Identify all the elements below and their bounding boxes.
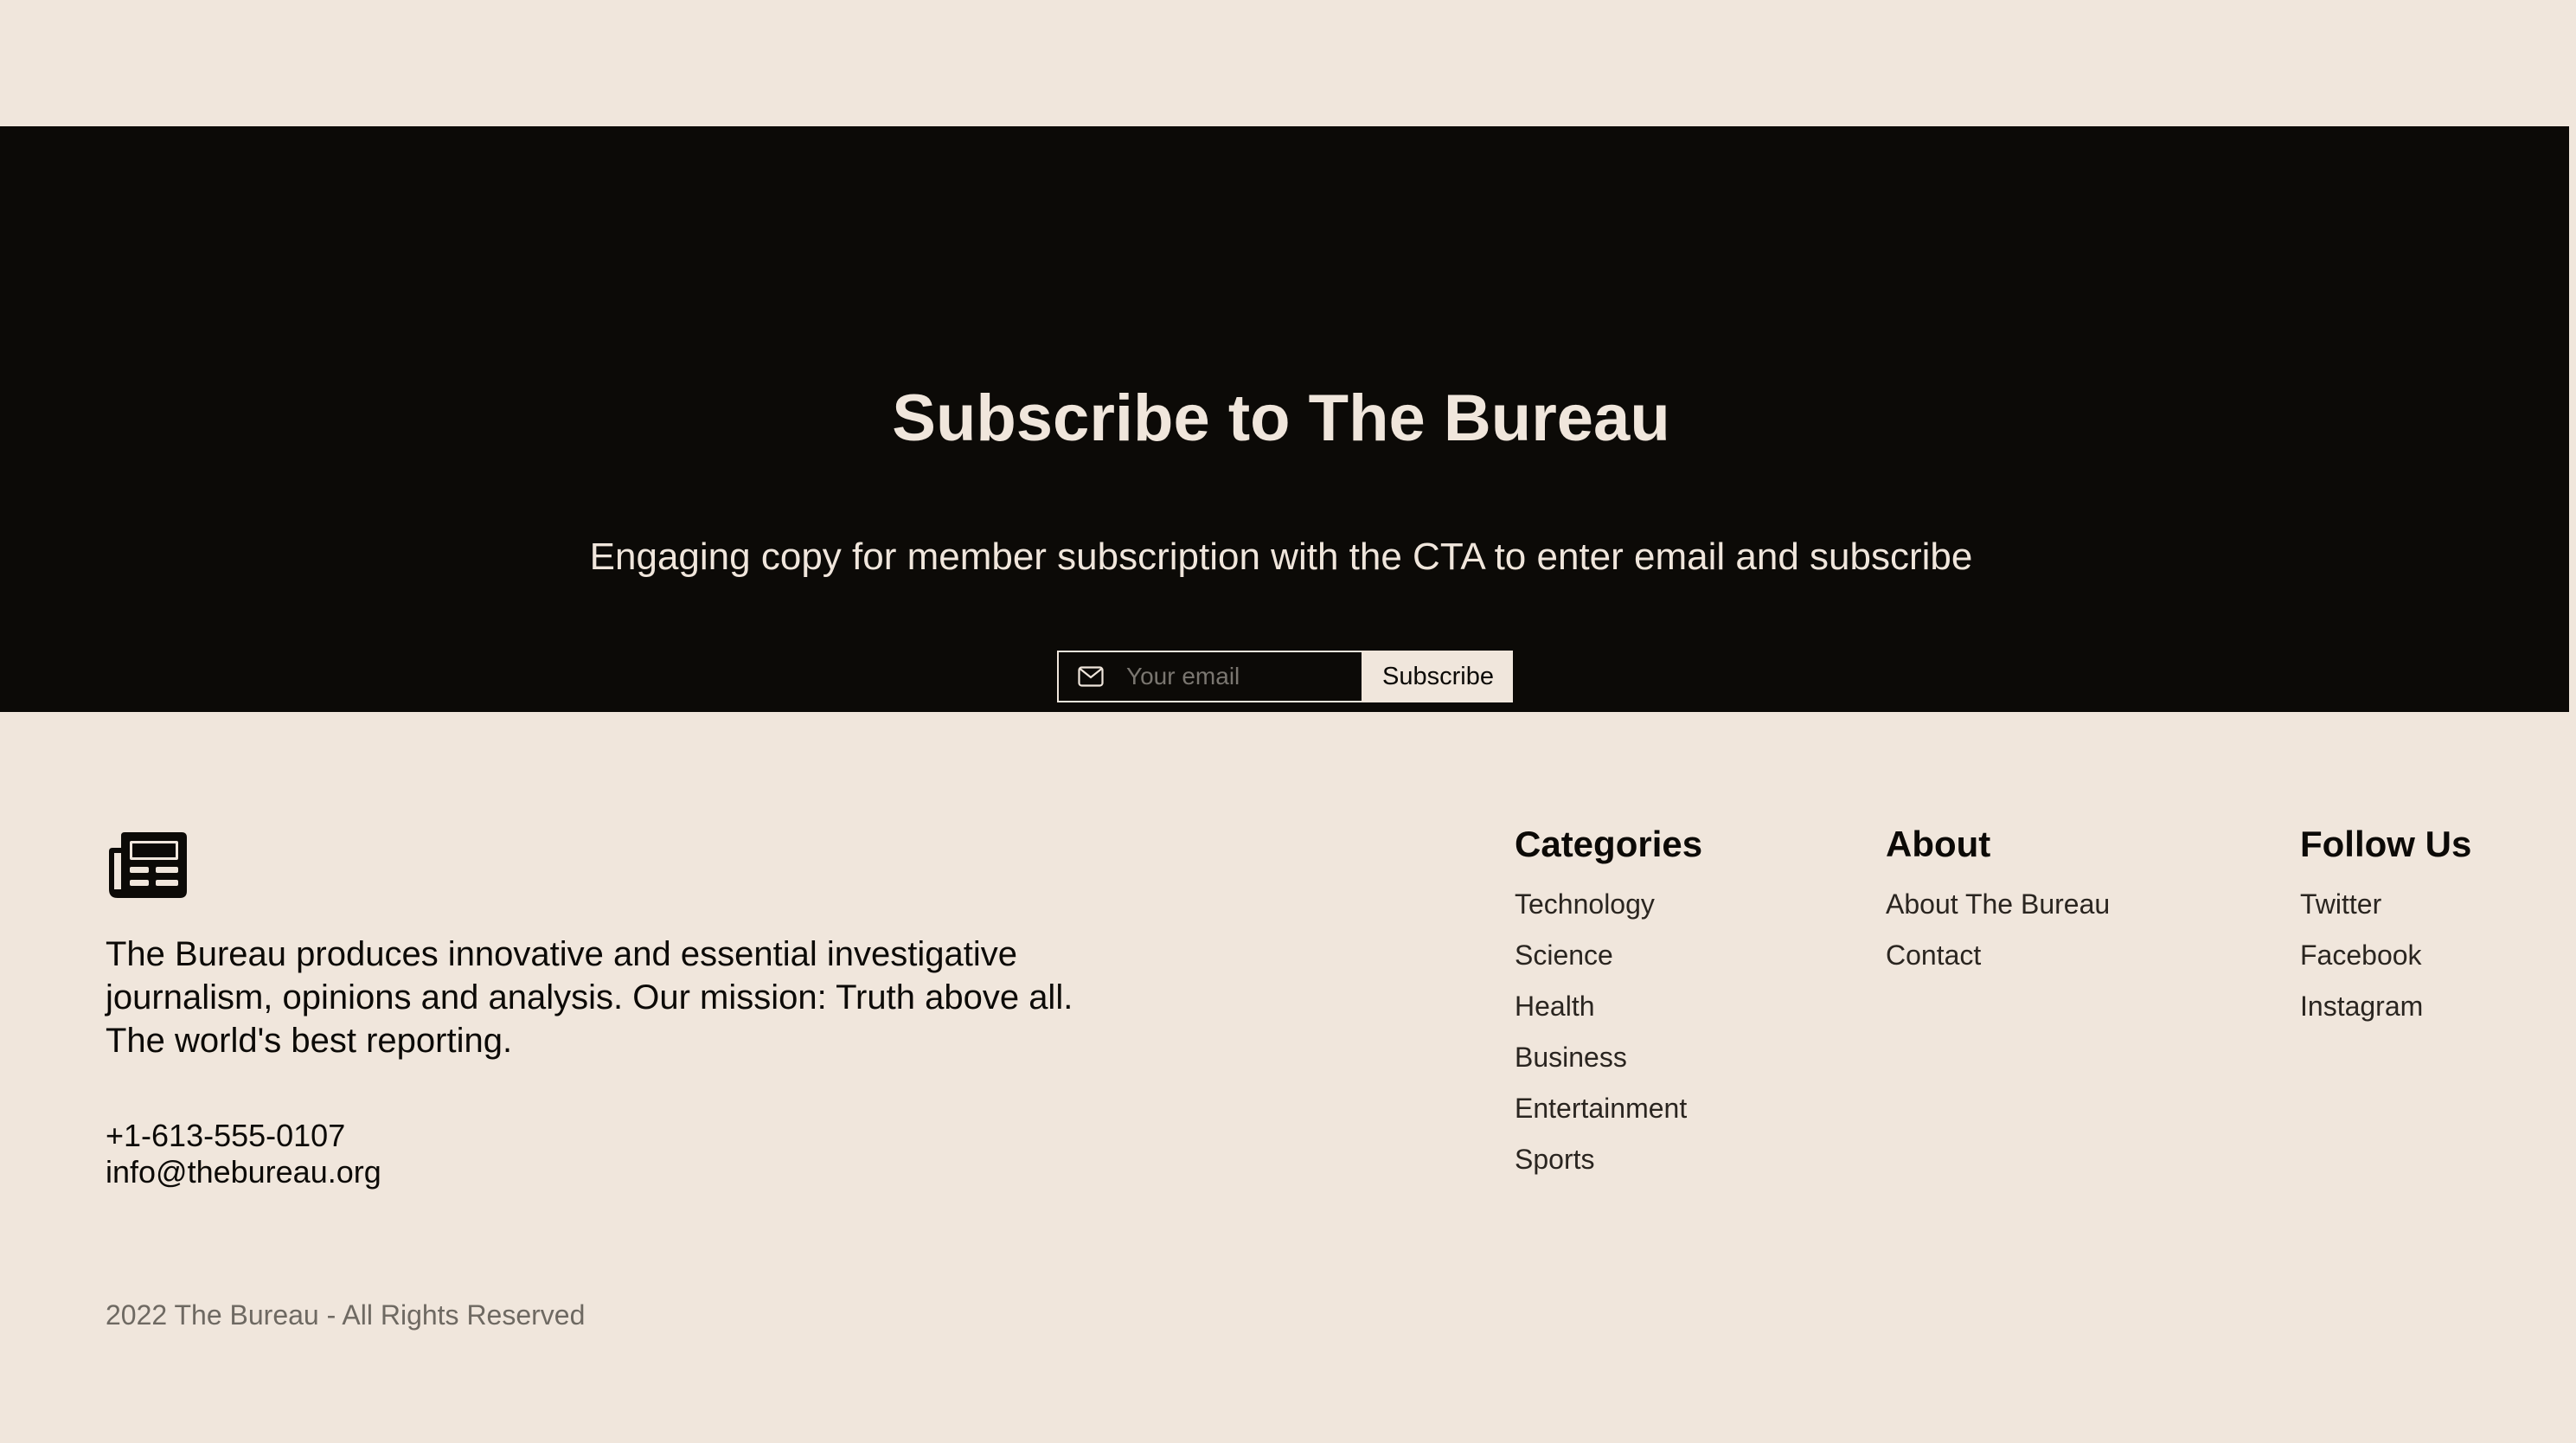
- envelope-icon: [1078, 664, 1104, 689]
- footer-link-technology[interactable]: Technology: [1515, 879, 1702, 930]
- copyright-text: 2022 The Bureau - All Rights Reserved: [106, 1299, 586, 1331]
- footer-link-twitter[interactable]: Twitter: [2300, 879, 2471, 930]
- contact-info: +1-613-555-0107 info@thebureau.org: [106, 1118, 381, 1190]
- subscribe-copy: Engaging copy for member subscription wi…: [589, 536, 1973, 578]
- newspaper-icon: [106, 827, 190, 901]
- footer-link-science[interactable]: Science: [1515, 930, 1702, 981]
- column-heading: About: [1886, 824, 1991, 864]
- footer-column-follow-us: Follow Us Twitter Facebook Instagram: [2300, 822, 2471, 1032]
- email-input[interactable]: [1125, 662, 1353, 691]
- subscribe-button[interactable]: Subscribe: [1363, 651, 1513, 702]
- footer-link-contact[interactable]: Contact: [1886, 930, 2110, 981]
- column-heading: Follow Us: [2300, 824, 2472, 864]
- mission-statement: The Bureau produces innovative and essen…: [106, 935, 1073, 1060]
- footer-link-sports[interactable]: Sports: [1515, 1134, 1702, 1185]
- footer-link-facebook[interactable]: Facebook: [2300, 930, 2471, 981]
- email-field[interactable]: [1057, 651, 1363, 702]
- subscribe-title: Subscribe to The Bureau: [892, 382, 1670, 455]
- footer-link-instagram[interactable]: Instagram: [2300, 981, 2471, 1032]
- footer-column-about: About About The Bureau Contact: [1886, 822, 2110, 981]
- footer-link-about-the-bureau[interactable]: About The Bureau: [1886, 879, 2110, 930]
- column-heading: Categories: [1515, 824, 1703, 864]
- footer-link-business[interactable]: Business: [1515, 1032, 1702, 1083]
- subscribe-section: Subscribe to The Bureau Engaging copy fo…: [0, 126, 2569, 712]
- footer-link-entertainment[interactable]: Entertainment: [1515, 1083, 1702, 1134]
- footer-link-health[interactable]: Health: [1515, 981, 1702, 1032]
- phone-number: +1-613-555-0107: [106, 1118, 346, 1153]
- top-spacer: [0, 0, 2576, 126]
- subscribe-form: Subscribe: [1057, 651, 1513, 702]
- footer-column-categories: Categories Technology Science Health Bus…: [1515, 822, 1702, 1185]
- contact-email: info@thebureau.org: [106, 1154, 381, 1190]
